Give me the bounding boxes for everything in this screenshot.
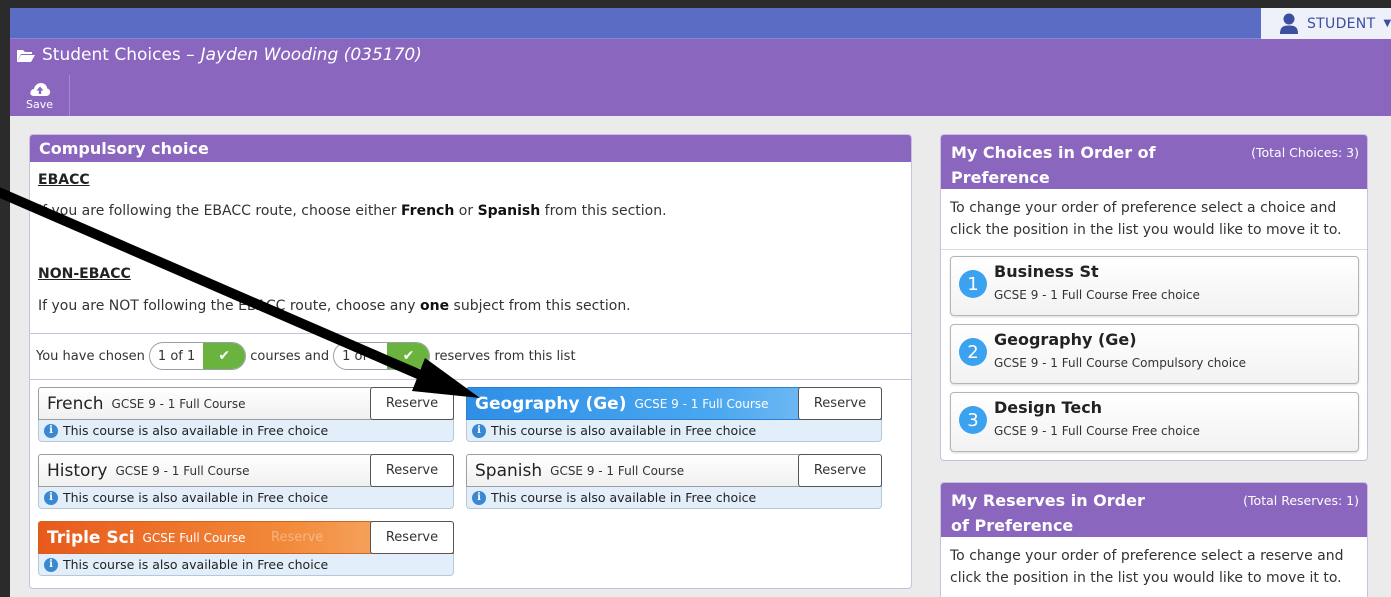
non-ebacc-heading: NON-EBACC	[38, 266, 131, 282]
reserves-instructions: To change your order of preference selec…	[950, 548, 1344, 586]
panel-title: My Reserves in Order of Preference	[951, 491, 1145, 535]
panel-header: My Reserves in Order of Preference (Tota…	[941, 483, 1367, 537]
non-ebacc-text: If you are NOT following the EBACC route…	[38, 298, 631, 314]
course-sub: GCSE 9 - 1 Full Course	[111, 396, 246, 411]
course-card-history[interactable]: History GCSE 9 - 1 Full Course Reserve iT…	[38, 454, 454, 509]
course-card-triple-sci[interactable]: Triple Sci GCSE Full Course Reserve Reser…	[38, 521, 454, 576]
reserves-counter: 1 of 1 ✔	[333, 342, 431, 370]
ebacc-heading: EBACC	[38, 172, 90, 188]
chosen-prefix: You have chosen	[36, 348, 145, 364]
user-menu[interactable]: STUDENT ▼	[1261, 8, 1391, 39]
info-icon: i	[44, 557, 58, 572]
course-name: Triple Sci	[47, 527, 135, 548]
choice-sub: GCSE 9 - 1 Full Course Free choice	[994, 424, 1200, 438]
total-choices: (Total Choices: 3)	[1251, 145, 1359, 160]
info-icon: i	[472, 423, 486, 438]
course-card-geography[interactable]: Geography (Ge) GCSE 9 - 1 Full Course Res…	[466, 387, 882, 442]
choice-name: Geography (Ge)	[994, 330, 1137, 349]
ebacc-text: If you are following the EBACC route, ch…	[38, 203, 667, 219]
courses-counter: 1 of 1 ✔	[148, 342, 247, 370]
page-title: Student Choices – Jayden Wooding (035170…	[16, 45, 422, 65]
reserve-button[interactable]: Reserve	[798, 454, 882, 487]
total-reserves: (Total Reserves: 1)	[1243, 493, 1359, 508]
choice-item[interactable]: 3 Design Tech GCSE 9 - 1 Full Course Fre…	[950, 392, 1359, 452]
chosen-suffix: reserves from this list	[434, 348, 576, 364]
choice-name: Business St	[994, 262, 1099, 281]
info-icon: i	[44, 423, 58, 438]
main-content: Compulsory choice EBACC If you are follo…	[10, 116, 1391, 597]
choice-name: Design Tech	[994, 398, 1103, 417]
my-reserves-panel: My Reserves in Order of Preference (Tota…	[940, 482, 1368, 597]
position-badge: 2	[959, 338, 987, 366]
course-sub: GCSE 9 - 1 Full Course	[634, 396, 769, 411]
course-card-french[interactable]: French GCSE 9 - 1 Full Course Reserve i Th…	[38, 387, 454, 442]
chevron-down-icon: ▼	[1383, 18, 1391, 29]
position-badge: 1	[959, 270, 987, 298]
save-label: Save	[25, 97, 53, 111]
reserve-button[interactable]: Reserve	[370, 521, 454, 554]
course-name: History	[47, 460, 108, 481]
panel-title: Compulsory choice	[30, 135, 911, 162]
choice-item[interactable]: 2 Geography (Ge) GCSE 9 - 1 Full Course …	[950, 324, 1359, 384]
cloud-upload-icon	[29, 82, 50, 96]
choice-item[interactable]: 1 Business St GCSE 9 - 1 Full Course Fre…	[950, 256, 1359, 316]
choice-sub: GCSE 9 - 1 Full Course Free choice	[994, 288, 1200, 302]
course-name: Geography (Ge)	[475, 393, 627, 414]
course-sub: GCSE 9 - 1 Full Course	[550, 463, 685, 478]
page-header: Student Choices – Jayden Wooding (035170…	[10, 39, 1391, 116]
course-card-spanish[interactable]: Spanish GCSE 9 - 1 Full Course Reserve iT…	[466, 454, 882, 509]
course-info: This course is also available in Free ch…	[63, 423, 329, 438]
panel-header: My Choices in Order of Preference (Total…	[941, 135, 1367, 189]
panel-title: My Choices in Order of Preference	[951, 143, 1156, 187]
course-name: Spanish	[475, 460, 543, 481]
reserve-ghost-label: Reserve	[271, 530, 324, 545]
info-icon: i	[44, 490, 58, 505]
chosen-mid: courses and	[250, 348, 330, 364]
app-frame: STUDENT ▼ Student Choices – Jayden Woodi…	[10, 8, 1391, 597]
info-icon: i	[472, 490, 486, 505]
choices-instructions: To change your order of preference selec…	[941, 189, 1367, 250]
course-info: This course is also available in Free ch…	[491, 490, 757, 505]
course-info: This course is also available in Free ch…	[63, 557, 329, 572]
course-info: This course is also available in Free ch…	[491, 423, 757, 438]
my-choices-panel: My Choices in Order of Preference (Total…	[940, 134, 1368, 461]
divider	[30, 379, 911, 380]
top-navbar: STUDENT ▼	[10, 8, 1391, 39]
folder-open-icon	[17, 49, 35, 62]
title-prefix: Student Choices –	[42, 45, 195, 65]
check-icon: ✔	[203, 343, 246, 369]
divider	[30, 333, 911, 334]
check-icon: ✔	[387, 343, 430, 369]
reserve-button[interactable]: Reserve	[370, 387, 454, 420]
choice-sub: GCSE 9 - 1 Full Course Compulsory choice	[994, 356, 1247, 370]
user-menu-label: STUDENT	[1307, 15, 1376, 32]
compulsory-choice-panel: Compulsory choice EBACC If you are follo…	[29, 134, 912, 589]
course-name: French	[47, 393, 104, 414]
course-sub: GCSE 9 - 1 Full Course	[115, 463, 250, 478]
course-sub: GCSE Full Course	[142, 530, 246, 545]
user-icon	[1280, 13, 1298, 34]
save-button[interactable]: Save	[10, 75, 70, 116]
student-name: Jayden Wooding (035170)	[200, 45, 422, 65]
reserve-button[interactable]: Reserve	[370, 454, 454, 487]
course-info: This course is also available in Free ch…	[63, 490, 329, 505]
chosen-summary: You have chosen 1 of 1 ✔ courses and 1 of…	[36, 342, 576, 370]
reserve-button[interactable]: Reserve	[798, 387, 882, 420]
position-badge: 3	[959, 406, 987, 434]
